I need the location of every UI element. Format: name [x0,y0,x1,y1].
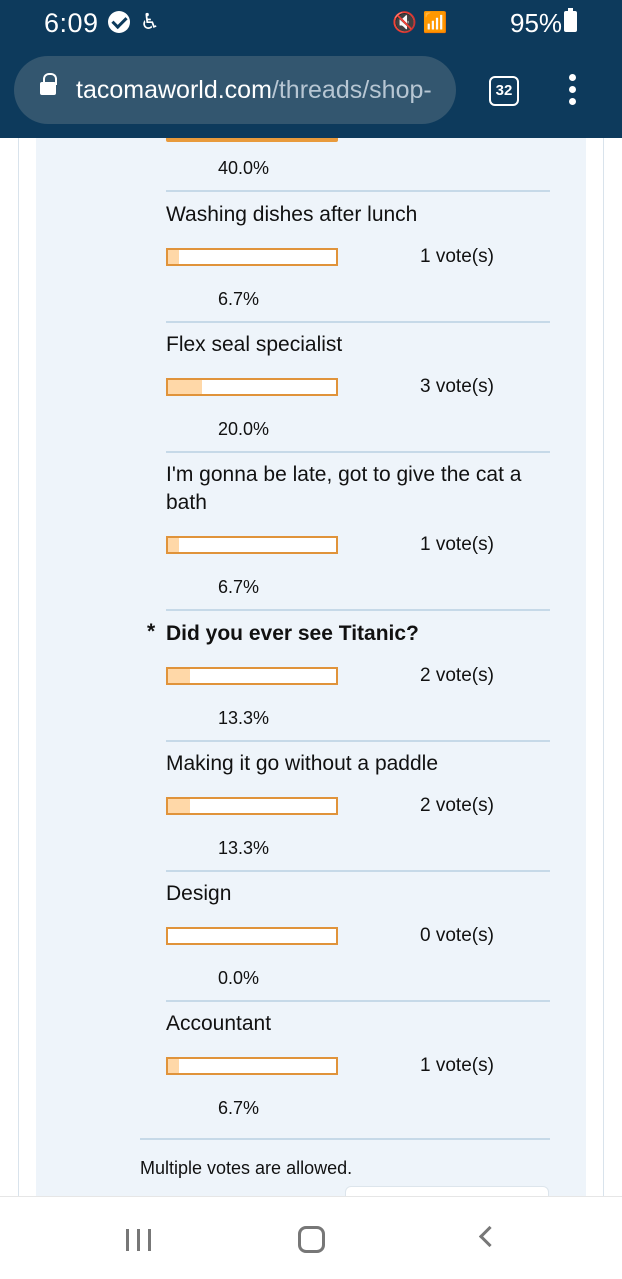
vote-count: 1 vote(s) [420,534,494,555]
result-divider [166,609,550,611]
vote-count: 0 vote(s) [420,925,494,946]
battery-percent: 95% [510,8,563,38]
vote-progress-fill [168,1059,180,1073]
vote-progress-bar [166,536,338,554]
vote-percent: 20.0% [218,419,270,439]
poll-option-label: Washing dishes after lunch [166,203,418,226]
recents-icon[interactable] [126,1229,152,1251]
poll-option-label: Making it go without a paddle [166,752,439,775]
battery-icon [564,8,577,32]
multiple-votes-note: Multiple votes are allowed. [140,1158,353,1178]
vote-progress-bar [166,927,338,945]
vote-count: 1 vote(s) [420,246,494,267]
browser-toolbar: tacomaworld.com/threads/shop- 32 [0,46,622,138]
vote-progress-fill [168,538,180,552]
vote-percent: 6.7% [218,1098,260,1118]
previous-result-bar [166,138,338,142]
poll-action-button[interactable] [345,1186,549,1196]
voted-marker: * [147,620,156,643]
page-content: 40.0% Washing dishes after lunch 1 vote(s… [0,138,622,1196]
result-divider [166,1000,550,1002]
vote-progress-fill [168,380,202,394]
result-divider [166,870,550,872]
result-divider [166,740,550,742]
result-percent: 40.0% [218,158,270,178]
vote-count: 3 vote(s) [420,376,494,397]
verified-check-icon [108,11,130,33]
vote-count: 1 vote(s) [420,1055,494,1076]
poll-option-label: Design [166,882,232,905]
accessibility-icon: ♿ [140,9,160,34]
vote-percent: 6.7% [218,577,260,597]
result-divider [166,321,550,323]
url-path: /threads/shop- [271,76,432,104]
poll-option-label: Flex seal specialist [166,333,343,356]
vote-progress-fill [168,669,191,683]
vote-count: 2 vote(s) [420,665,494,686]
system-nav-bar [0,1196,622,1279]
poll-option-label: Accountant [166,1012,272,1035]
url-text[interactable]: tacomaworld.com/threads/shop- [76,76,448,105]
vote-progress-bar [166,248,338,266]
vote-percent: 13.3% [218,838,270,858]
vote-percent: 13.3% [218,708,270,728]
status-time: 6:09 [44,8,99,38]
url-host: tacomaworld.com [76,76,272,104]
vote-progress-bar [166,797,338,815]
vote-progress-fill [168,250,180,264]
poll-footer-divider [140,1138,550,1140]
vote-percent: 0.0% [218,968,260,988]
vote-count: 2 vote(s) [420,795,494,816]
lock-icon [40,73,57,95]
result-divider [166,190,550,192]
result-divider [166,451,550,453]
home-icon[interactable] [298,1226,325,1253]
vote-progress-bar [166,378,338,396]
poll-option-label: Did you ever see Titanic? [166,622,419,645]
status-bar: 6:09 ♿ 🔇📶 95% [0,0,622,46]
system-status-icons: 🔇📶 [392,12,454,34]
poll-option-label: I'm gonna be late, got to give the cat a… [166,463,522,514]
address-bar[interactable]: tacomaworld.com/threads/shop- [14,56,456,124]
overflow-menu-icon[interactable] [566,74,578,108]
vote-progress-bar [166,667,338,685]
vote-progress-bar [166,1057,338,1075]
vote-progress-fill [168,799,191,813]
back-icon[interactable] [478,1225,501,1248]
vote-percent: 6.7% [218,289,260,309]
tab-switcher-button[interactable]: 32 [489,76,519,106]
